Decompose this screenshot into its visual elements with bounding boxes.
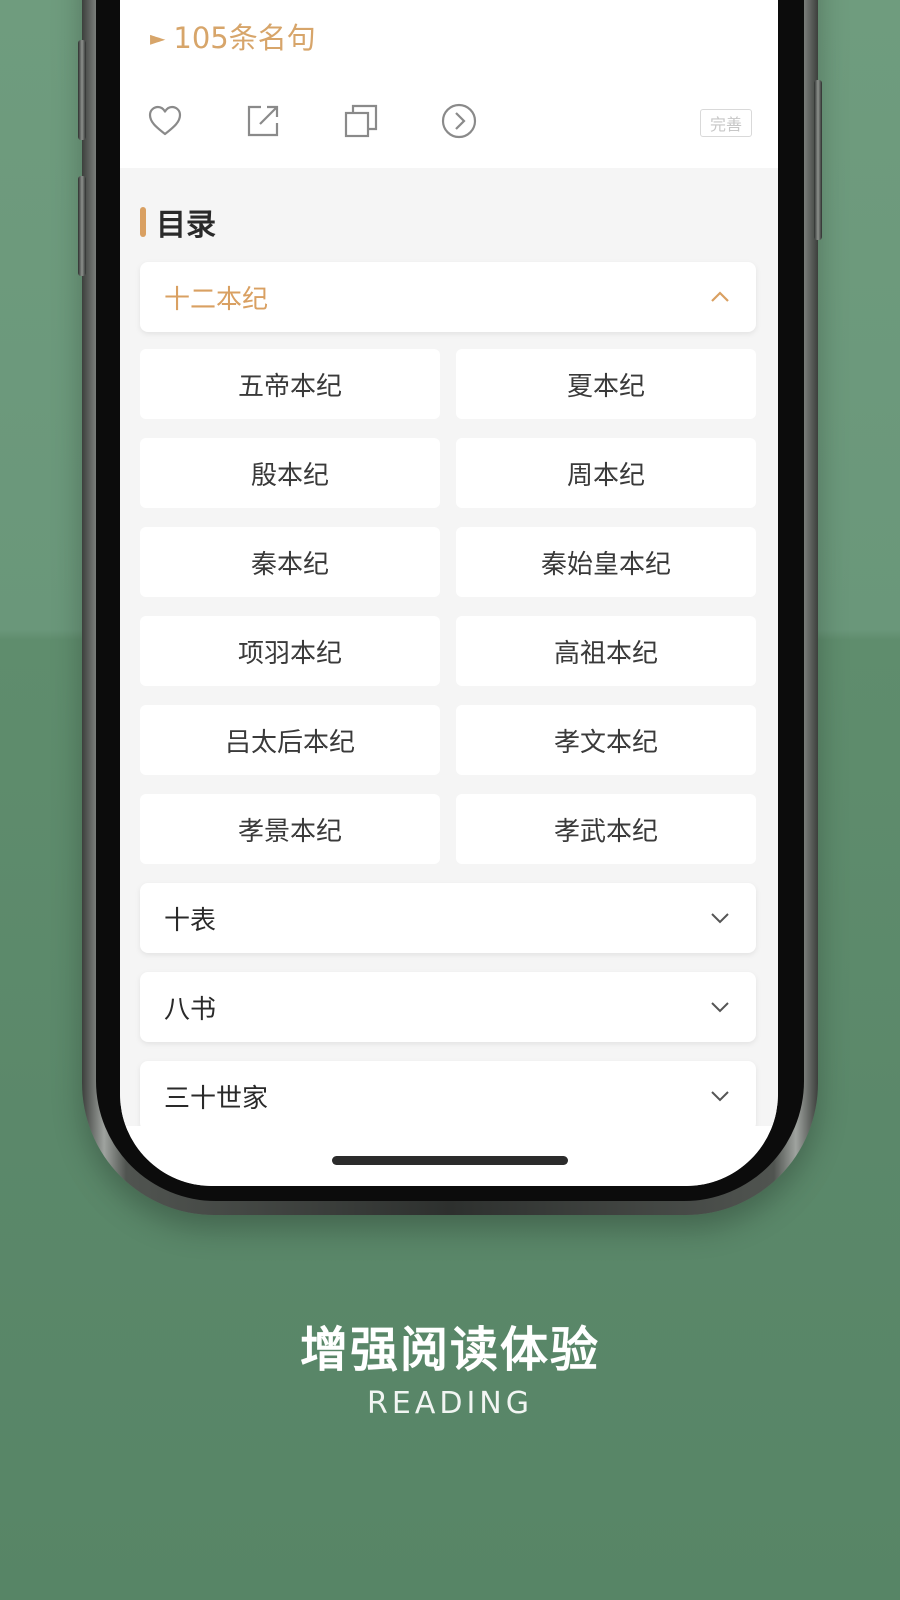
chapter-item[interactable]: 秦本纪 bbox=[140, 527, 440, 597]
toc-group-label: 三十世家 bbox=[164, 1083, 269, 1114]
toc-title-text: 目录 bbox=[156, 208, 216, 243]
chapter-item[interactable]: 孝文本纪 bbox=[456, 705, 756, 775]
chevron-down-icon bbox=[711, 913, 729, 924]
improve-button[interactable]: 完善 bbox=[700, 109, 752, 137]
toc-group-label: 八书 bbox=[164, 994, 217, 1025]
chapter-item[interactable]: 周本纪 bbox=[456, 438, 756, 508]
chevron-down-icon bbox=[711, 1091, 729, 1102]
home-indicator[interactable] bbox=[332, 1156, 568, 1165]
copy-icon bbox=[344, 104, 378, 138]
share-button[interactable] bbox=[244, 102, 282, 140]
share-icon bbox=[247, 105, 279, 137]
heart-icon bbox=[148, 105, 182, 136]
copy-button[interactable] bbox=[342, 102, 380, 140]
title-accent-bar bbox=[140, 207, 146, 237]
chevron-up-icon bbox=[711, 291, 729, 302]
promo-title: 增强阅读体验 bbox=[299, 1322, 600, 1378]
next-circle-icon bbox=[441, 103, 477, 139]
toc-title: 目录 bbox=[140, 200, 216, 244]
phone-side-button-right bbox=[814, 80, 822, 240]
toc-panel: 目录 十二本纪 五帝本纪 夏本纪 殷本纪 周本纪 秦本纪 秦始皇本纪 项羽本纪 … bbox=[120, 168, 778, 1126]
toc-group-shijia[interactable]: 三十世家 bbox=[140, 1061, 756, 1126]
famous-quotes-label: 105条名句 bbox=[173, 21, 316, 55]
chapter-item[interactable]: 孝景本纪 bbox=[140, 794, 440, 864]
toc-group-benji[interactable]: 十二本纪 bbox=[140, 262, 756, 332]
chapter-item[interactable]: 孝武本纪 bbox=[456, 794, 756, 864]
famous-quotes-link[interactable]: ► 105条名句 bbox=[150, 18, 316, 58]
next-button[interactable] bbox=[440, 102, 478, 140]
chapter-item[interactable]: 五帝本纪 bbox=[140, 349, 440, 419]
play-triangle-icon: ► bbox=[150, 26, 166, 50]
toc-group-shu[interactable]: 八书 bbox=[140, 972, 756, 1042]
chapter-item[interactable]: 秦始皇本纪 bbox=[456, 527, 756, 597]
toc-group-biao[interactable]: 十表 bbox=[140, 883, 756, 953]
phone-screen: ► 105条名句 完善 目录 十二本纪 五帝本纪 夏本纪 殷本纪 周本纪 秦本纪… bbox=[120, 0, 778, 1186]
toc-group-label: 十表 bbox=[164, 905, 217, 936]
chapter-item[interactable]: 夏本纪 bbox=[456, 349, 756, 419]
chapter-item[interactable]: 吕太后本纪 bbox=[140, 705, 440, 775]
promo-subtitle: READING bbox=[367, 1386, 533, 1421]
detail-top-area: ► 105条名句 完善 bbox=[120, 0, 778, 168]
chevron-down-icon bbox=[711, 1002, 729, 1013]
chapter-item[interactable]: 殷本纪 bbox=[140, 438, 440, 508]
toc-group-label: 十二本纪 bbox=[164, 284, 269, 315]
favorite-button[interactable] bbox=[146, 102, 184, 140]
chapter-item[interactable]: 高祖本纪 bbox=[456, 616, 756, 686]
phone-side-button-left-2 bbox=[78, 176, 86, 276]
chapter-item[interactable]: 项羽本纪 bbox=[140, 616, 440, 686]
phone-side-button-left-1 bbox=[78, 40, 86, 140]
